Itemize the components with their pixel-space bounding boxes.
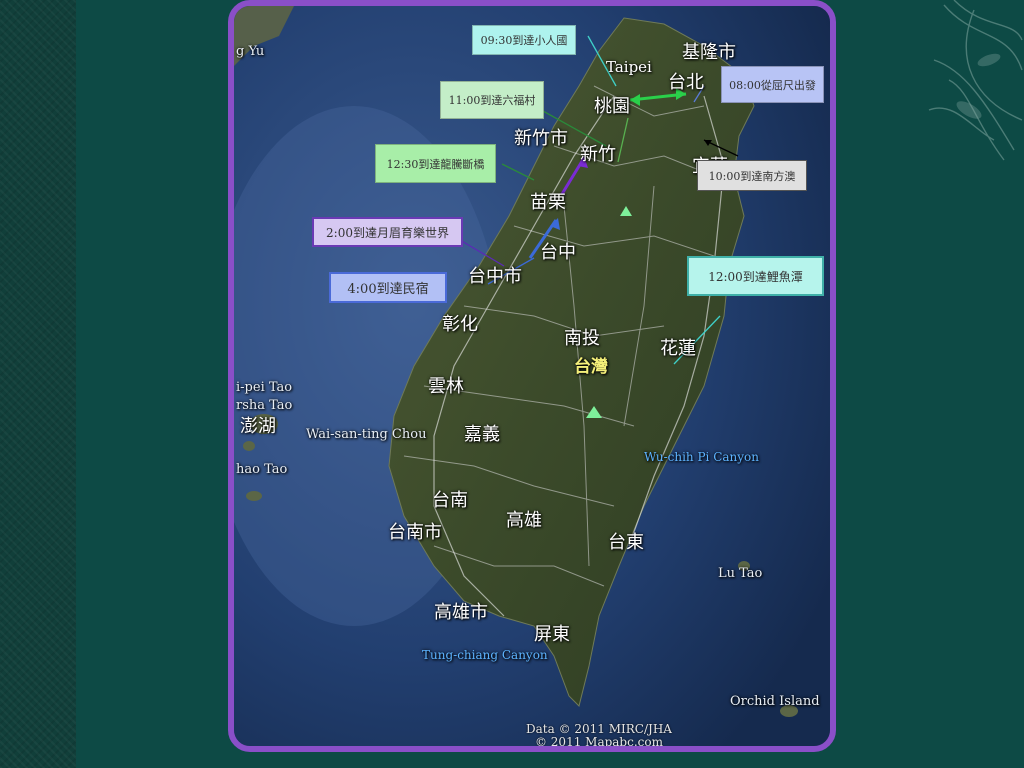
map-credit: Data © 2011 MIRC/JHA © 2011 Mapabc.com: [526, 723, 672, 749]
place-label-wuchih-canyon: Wu-chih Pi Canyon: [644, 450, 759, 464]
place-label-tainan: 台南: [432, 490, 468, 511]
place-label-miaoli: 苗栗: [530, 192, 566, 213]
place-label-kaohsiung: 高雄: [506, 510, 542, 531]
callout-1200-liyutan: 12:00到達鯉魚潭: [687, 256, 824, 296]
place-label-kaohsiung-city: 高雄市: [434, 602, 488, 623]
place-label-keelung-city: 基隆市: [682, 42, 736, 63]
place-label-lutao: Lu Tao: [718, 566, 763, 581]
place-label-pingtung: 屏東: [534, 624, 570, 645]
decorative-swirl-icon: [928, 0, 1023, 161]
place-label-taoyuan: 桃園: [594, 96, 630, 117]
place-label-taitung: 台東: [608, 532, 644, 553]
place-label-hsinchu-city: 新竹市: [514, 128, 568, 149]
place-label-taichung-city: 台中市: [468, 266, 522, 287]
place-label-pei-tao: i-pei Tao: [236, 380, 293, 395]
place-label-tainan-city: 台南市: [388, 522, 442, 543]
place-label-chiayi: 嘉義: [464, 424, 500, 445]
credit-line-2: © 2011 Mapabc.com: [534, 735, 663, 749]
place-label-waisanting: Wai-san-ting Chou: [306, 427, 427, 442]
place-label-taipei-en: Taipei: [606, 58, 652, 76]
place-label-penghu: 澎湖: [240, 416, 276, 437]
callout-1100-leofoo: 11:00到達六福村: [440, 81, 544, 119]
place-label-orchid-island: Orchid Island: [730, 694, 820, 709]
place-label-taiwan: 台灣: [574, 357, 608, 377]
place-label-sha-tao: rsha Tao: [236, 398, 293, 413]
place-label-nantou: 南投: [564, 328, 600, 349]
left-pattern-strip: [0, 0, 76, 768]
place-label-matsu: g Yu: [236, 44, 265, 59]
callout-0400-homestay: 4:00到達民宿: [329, 272, 447, 303]
place-label-hualien: 花蓮: [660, 338, 696, 359]
callout-0200-yuemei: 2:00到達月眉育樂世界: [312, 217, 463, 247]
place-label-yunlin: 雲林: [428, 376, 464, 397]
place-label-hao-tao: hao Tao: [236, 462, 288, 477]
callout-0930-xiaorenguo: 09:30到達小人國: [472, 25, 576, 55]
place-label-taipei: 台北: [668, 72, 704, 93]
callout-1230-longteng: 12:30到達龍騰斷橋: [375, 144, 496, 183]
place-label-taichung: 台中: [540, 242, 576, 263]
place-label-tungchiang-canyon: Tung-chiang Canyon: [422, 648, 548, 662]
place-label-hsinchu: 新竹: [580, 144, 616, 165]
callout-0800-quchi: 08:00從屈尺出發: [721, 66, 824, 103]
callout-1000-nanfangao: 10:00到達南方澳: [697, 160, 807, 191]
place-label-changhua: 彰化: [442, 314, 478, 335]
